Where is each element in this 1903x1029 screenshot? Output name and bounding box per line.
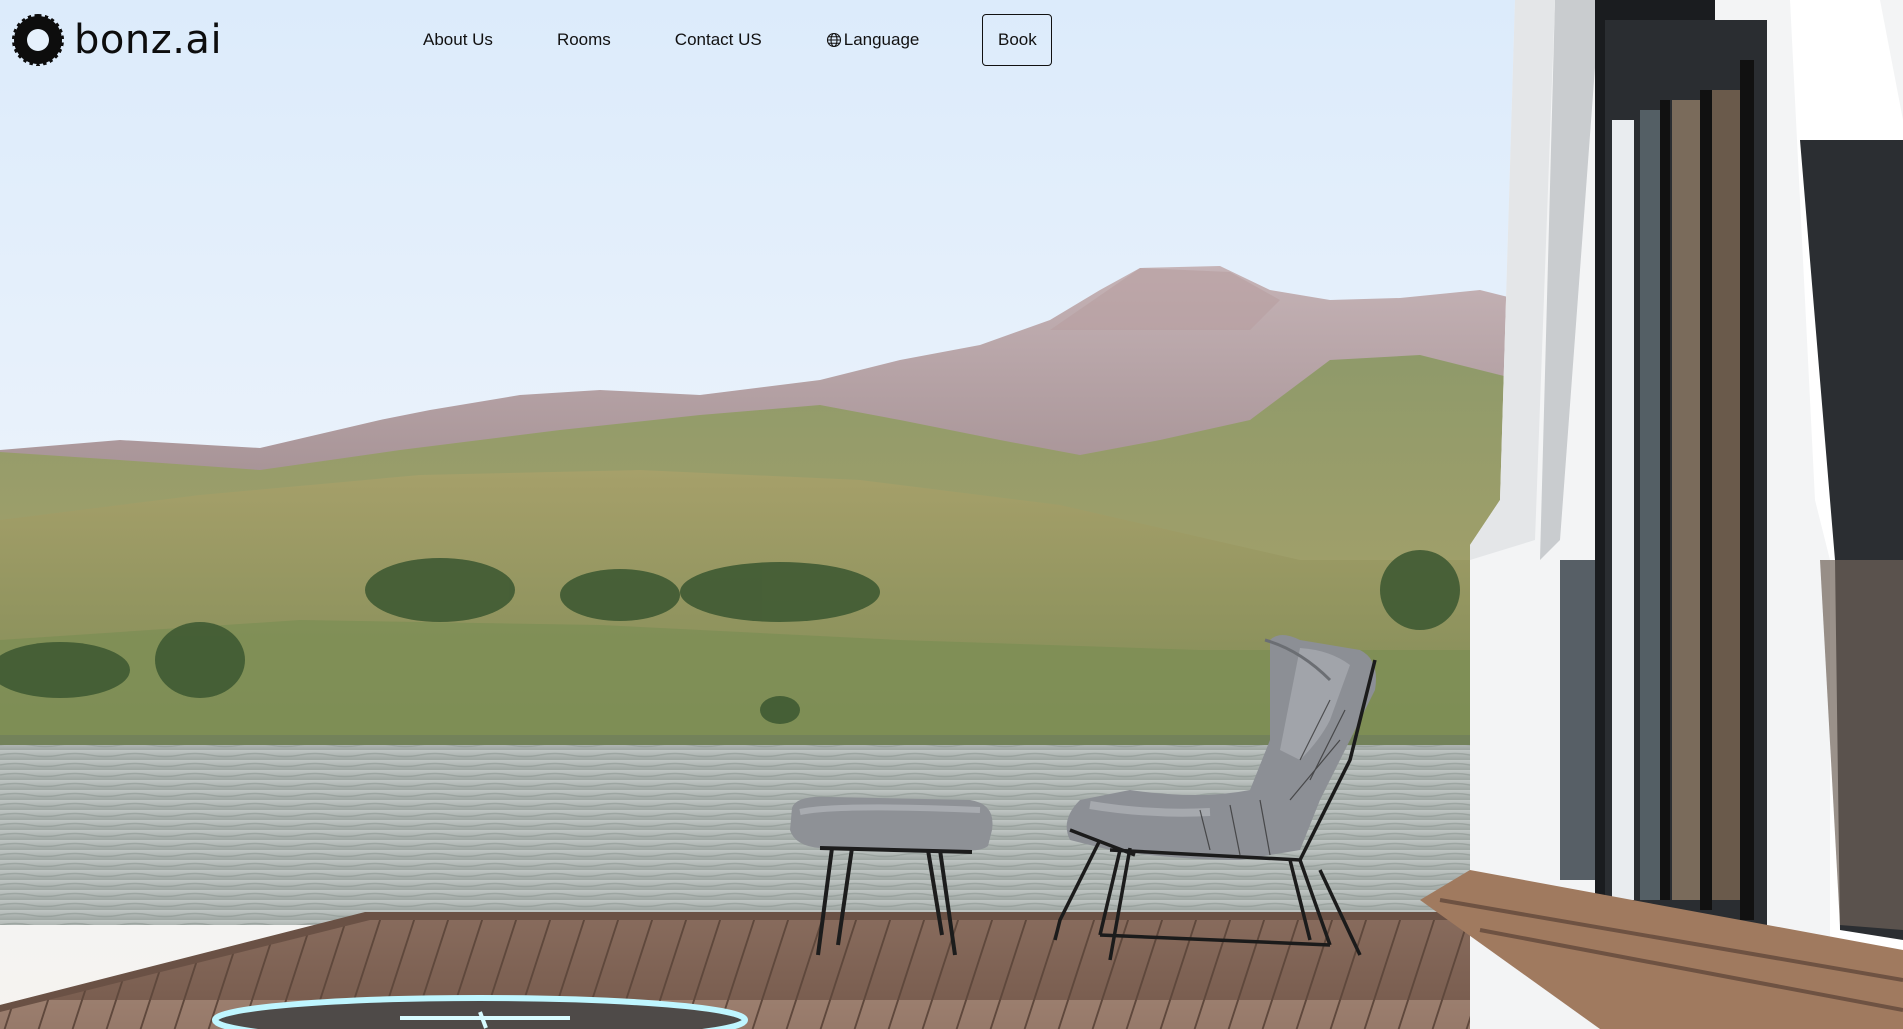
brand-name: bonz.ai — [74, 17, 223, 63]
book-button[interactable]: Book — [982, 14, 1053, 66]
main-navigation: About Us Rooms Contact US Language Book — [423, 14, 1053, 66]
globe-icon — [826, 32, 841, 48]
language-label: Language — [843, 30, 920, 49]
gear-ring-logo-icon — [12, 14, 64, 66]
hero-background-image — [0, 0, 1903, 1029]
site-header: bonz.ai About Us Rooms Contact US Langua… — [0, 0, 1903, 80]
language-selector[interactable]: Language — [826, 14, 920, 66]
nav-about-us[interactable]: About Us — [423, 14, 493, 66]
nav-rooms[interactable]: Rooms — [557, 14, 611, 66]
brand-logo[interactable]: bonz.ai — [12, 14, 223, 66]
nav-contact-us[interactable]: Contact US — [675, 14, 762, 66]
